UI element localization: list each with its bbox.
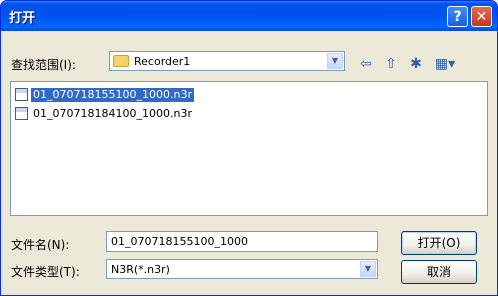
file-name: 01_070718155100_1000.n3r <box>31 87 194 102</box>
list-item[interactable]: 01_070718155100_1000.n3r <box>15 87 194 102</box>
filetype-value: N3R(*.n3r) <box>111 263 170 276</box>
lookin-label: 查找范围(I): <box>11 58 76 72</box>
dialog-title: 打开 <box>9 11 36 26</box>
title-bar[interactable]: 打开 ? ✕ <box>1 1 497 31</box>
filetype-label: 文件类型(T): <box>11 265 80 279</box>
file-icon <box>15 107 28 120</box>
lookin-value: Recorder1 <box>134 55 191 68</box>
folder-icon <box>113 55 129 67</box>
filename-label: 文件名(N): <box>11 238 70 252</box>
help-button[interactable]: ? <box>447 6 468 27</box>
close-button[interactable]: ✕ <box>471 6 492 27</box>
back-arrow-icon[interactable]: ⇦ <box>356 55 376 73</box>
open-dialog: 打开 ? ✕ 查找范围(I): Recorder1 ▼ ⇦ ⇧ ✱ ▦▾ 01_… <box>0 0 498 296</box>
file-icon <box>15 88 28 101</box>
filename-input[interactable]: 01_070718155100_1000 <box>106 231 378 252</box>
view-menu-icon[interactable]: ▦▾ <box>431 55 459 73</box>
list-item[interactable]: 01_070718184100_1000.n3r <box>15 106 194 121</box>
chevron-down-icon[interactable]: ▼ <box>360 261 376 277</box>
file-name: 01_070718184100_1000.n3r <box>33 106 192 120</box>
chevron-down-icon[interactable]: ▼ <box>327 53 343 69</box>
lookin-dropdown[interactable]: Recorder1 ▼ <box>109 51 345 71</box>
new-folder-icon[interactable]: ✱ <box>406 55 426 73</box>
cancel-button[interactable]: 取消 <box>401 260 477 284</box>
open-button[interactable]: 打开(O) <box>401 231 477 255</box>
file-list[interactable]: 01_070718155100_1000.n3r 01_070718184100… <box>10 81 488 216</box>
filetype-dropdown[interactable]: N3R(*.n3r) ▼ <box>106 259 378 279</box>
up-folder-icon[interactable]: ⇧ <box>381 55 401 73</box>
